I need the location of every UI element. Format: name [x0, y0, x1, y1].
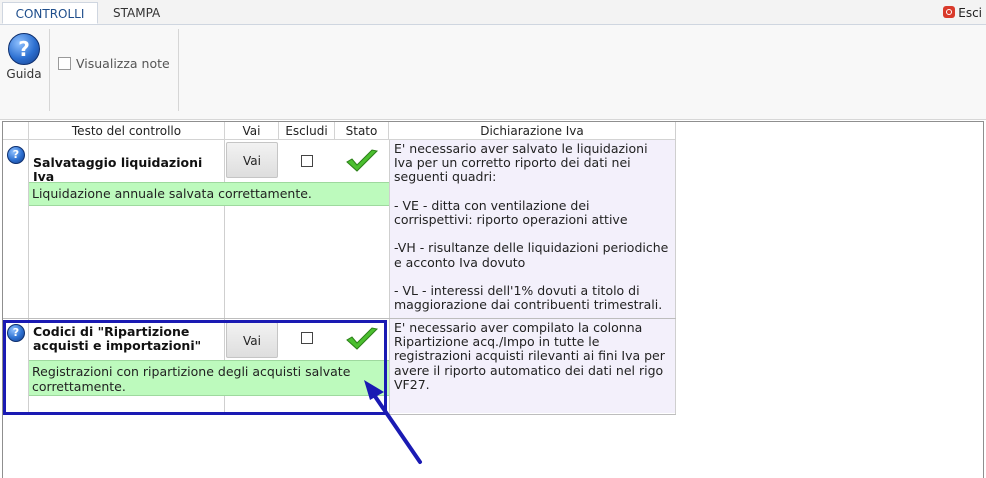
control-title: Salvataggio liquidazioni Iva	[33, 155, 203, 184]
header-dichiarazione: Dichiarazione Iva	[389, 122, 676, 140]
header-testo: Testo del controllo	[29, 122, 225, 140]
control-result: Liquidazione annuale salvata correttamen…	[29, 182, 389, 206]
annotation-arrow-icon	[364, 380, 422, 464]
tab-controlli[interactable]: CONTROLLI	[2, 2, 98, 24]
tab-stampa[interactable]: STAMPA	[100, 2, 173, 24]
ribbon-separator	[178, 29, 179, 111]
guida-button[interactable]: ? Guida	[4, 33, 44, 81]
ribbon-tab-bar: CONTROLLI STAMPA Esci	[0, 0, 986, 25]
visualizza-note-label: Visualizza note	[76, 56, 170, 71]
row-help-icon[interactable]: ?	[7, 146, 25, 164]
visualizza-note-checkbox[interactable]	[58, 57, 71, 70]
exit-label: Esci	[958, 6, 982, 20]
controls-grid: Testo del controllo Vai Escludi Stato Di…	[2, 121, 984, 478]
vai-button[interactable]: Vai	[226, 142, 278, 178]
header-stato: Stato	[335, 122, 389, 140]
column-divider	[675, 122, 676, 414]
power-icon	[943, 6, 956, 18]
header-vai: Vai	[225, 122, 279, 140]
header-escludi: Escludi	[279, 122, 335, 140]
highlight-box	[3, 320, 387, 415]
guida-label: Guida	[6, 67, 42, 81]
escludi-checkbox[interactable]	[301, 155, 313, 167]
visualizza-note-toggle[interactable]: Visualizza note	[58, 56, 170, 71]
green-check-icon	[346, 149, 379, 172]
ribbon-separator	[49, 29, 50, 111]
ribbon-toolbar: ? Guida Visualizza note	[0, 25, 986, 120]
header-icon-col	[3, 122, 29, 140]
dichiarazione-text: E' necessario aver salvato le liquidazio…	[390, 140, 675, 318]
help-icon: ?	[8, 33, 40, 65]
exit-button[interactable]: Esci	[943, 4, 982, 22]
